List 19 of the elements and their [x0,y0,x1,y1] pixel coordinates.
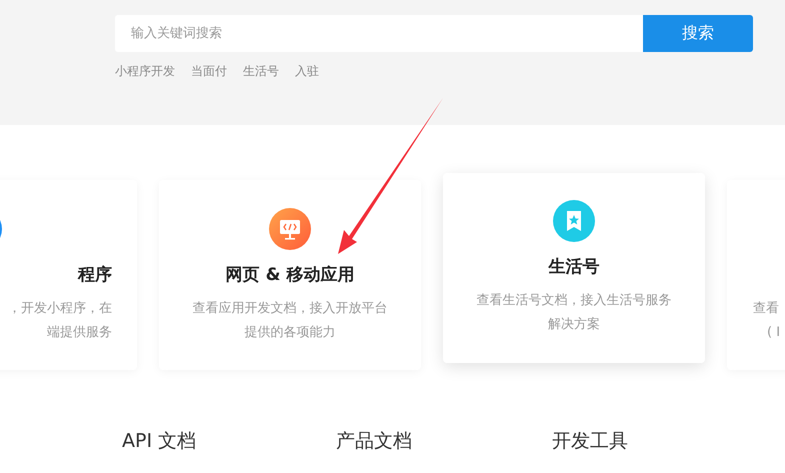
search-field[interactable]: 输入关键词搜索 [115,15,643,52]
section-link[interactable]: API 文档 [122,428,196,454]
card-description: 查看 [753,300,779,318]
product-card[interactable]: 网页 & 移动应用 查看应用开发文档，接入开放平台 提供的各项能力 [159,180,421,370]
product-card[interactable]: 生活号 查看生活号文档，接入生活号服务 解决方案 [443,173,705,363]
card-title: 网页 & 移动应用 [226,264,354,287]
card-description: 端提供服务 [47,324,112,342]
product-card[interactable]: 程序 ，开发小程序，在 端提供服务 [0,180,137,370]
card-description: 解决方案 [548,316,600,334]
card-description: 提供的各项能力 [244,324,336,342]
card-description: ( I [766,324,780,342]
section-link[interactable]: 产品文档 [336,428,412,454]
card-title: 生活号 [548,256,600,279]
card-description: 查看生活号文档，接入生活号服务 [476,292,672,310]
card-title: 程序 [78,264,112,287]
card-description: ，开发小程序，在 [8,300,112,318]
monitor-icon [269,208,311,250]
card-description: 查看应用开发文档，接入开放平台 [192,300,388,318]
section-link[interactable]: 开发工具 [552,428,628,454]
